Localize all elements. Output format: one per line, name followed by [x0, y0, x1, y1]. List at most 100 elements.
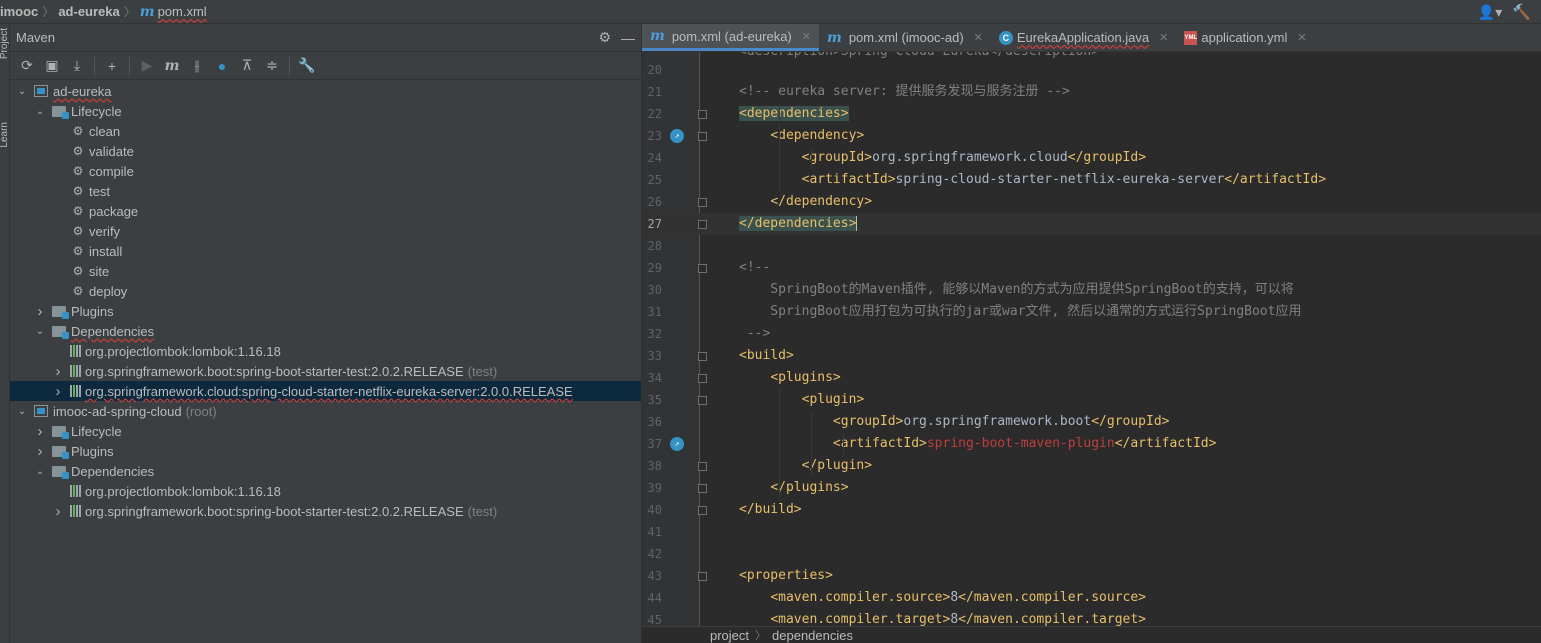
tree-item-folder[interactable]: › Lifecycle: [10, 421, 641, 441]
skip-tests-icon[interactable]: ●: [211, 55, 233, 77]
chevron-right-icon[interactable]: ›: [34, 443, 46, 460]
tree-item-dep[interactable]: org.projectlombok:lombok:1.16.18: [10, 481, 641, 501]
line-number: 39: [647, 481, 662, 495]
maven-goal-icon[interactable]: m: [161, 55, 183, 77]
close-icon[interactable]: ✕: [1297, 31, 1306, 44]
navigate-to-dependency-icon[interactable]: ↗: [670, 129, 684, 143]
gear-icon[interactable]: ⚙: [598, 29, 611, 46]
tab-label: application.yml: [1201, 30, 1288, 45]
gear-icon: ⚙: [72, 284, 84, 298]
tree-item-module[interactable]: ⌄ imooc-ad-spring-cloud (root): [10, 401, 641, 421]
tree-item-content: org.projectlombok:lombok:1.16.18: [70, 344, 281, 359]
code-text: SpringBoot的Maven插件, 能够以Maven的方式为应用提供Spri…: [739, 282, 1294, 297]
status-crumb-project[interactable]: project: [710, 628, 749, 643]
tree-item-module[interactable]: ⌄ ad-eureka: [10, 81, 641, 101]
fold-marker-icon[interactable]: [698, 506, 707, 515]
folder-icon: [52, 425, 69, 439]
add-icon[interactable]: +: [101, 55, 123, 77]
chevron-down-icon[interactable]: ⌄: [34, 466, 46, 477]
tree-item-label: install: [89, 243, 123, 259]
download-icon[interactable]: ⤓: [66, 55, 88, 77]
line-number: 40: [647, 503, 662, 517]
maven-title: Maven: [16, 30, 56, 45]
tree-item-goal[interactable]: ⚙ package: [10, 201, 641, 221]
tree-item-folder[interactable]: › Plugins: [10, 301, 641, 321]
chevron-down-icon[interactable]: ⌄: [34, 326, 46, 337]
tree-item-goal[interactable]: ⚙ test: [10, 181, 641, 201]
project-tool-tab[interactable]: Project: [0, 28, 10, 59]
status-crumb-dependencies[interactable]: dependencies: [772, 628, 853, 643]
chevron-down-icon[interactable]: ⌄: [16, 86, 28, 97]
code-line: 22 <dependencies>: [642, 103, 1541, 125]
tree-item-goal[interactable]: ⚙ validate: [10, 141, 641, 161]
run-icon[interactable]: ▶: [136, 55, 158, 77]
tree-item-folder[interactable]: ⌄ Dependencies: [10, 461, 641, 481]
breadcrumb-ad-eureka[interactable]: ad-eureka: [58, 4, 119, 19]
tree-item-goal[interactable]: ⚙ clean: [10, 121, 641, 141]
fold-marker-icon[interactable]: [698, 264, 707, 273]
fold-marker-icon[interactable]: [698, 462, 707, 471]
fold-marker-icon[interactable]: [698, 396, 707, 405]
line-number: 34: [647, 371, 662, 385]
user-icon[interactable]: 👤▾: [1478, 4, 1502, 21]
chevron-down-icon[interactable]: ⌄: [16, 406, 28, 417]
tree-item-goal[interactable]: ⚙ compile: [10, 161, 641, 181]
editor-tab[interactable]: m pom.xml (imooc-ad) ✕: [819, 24, 991, 51]
code-line: 27 </dependencies>: [642, 213, 1541, 235]
editor-tab[interactable]: C EurekaApplication.java ✕: [991, 24, 1176, 51]
chevron-right-icon[interactable]: ›: [52, 503, 64, 520]
fold-marker-icon[interactable]: [698, 132, 707, 141]
tree-item-dep[interactable]: org.projectlombok:lombok:1.16.18: [10, 341, 641, 361]
editor-tab[interactable]: YML application.yml ✕: [1176, 24, 1314, 51]
gear-icon: ⚙: [72, 224, 84, 238]
fold-marker-icon[interactable]: [698, 374, 707, 383]
fold-marker-icon[interactable]: [698, 572, 707, 581]
fold-marker-icon[interactable]: [698, 220, 707, 229]
chevron-right-icon[interactable]: ›: [52, 383, 64, 400]
tree-item-dep[interactable]: › org.springframework.boot:spring-boot-st…: [10, 361, 641, 381]
breadcrumb-pom-xml[interactable]: m pom.xml: [140, 4, 207, 20]
minimize-icon[interactable]: —: [621, 30, 635, 46]
chevron-right-icon: 〉: [123, 5, 136, 19]
fold-marker-icon[interactable]: [698, 198, 707, 207]
toolbar-separator: [94, 56, 95, 75]
tree-item-label: verify: [89, 223, 121, 239]
breadcrumb-imooc[interactable]: imooc: [0, 4, 38, 19]
chevron-right-icon[interactable]: ›: [52, 363, 64, 380]
chevron-right-icon[interactable]: ›: [34, 303, 46, 320]
tree-item-goal[interactable]: ⚙ verify: [10, 221, 641, 241]
tree-item-goal[interactable]: ⚙ install: [10, 241, 641, 261]
fold-marker-icon[interactable]: [698, 352, 707, 361]
tree-item-folder[interactable]: › Plugins: [10, 441, 641, 461]
tree-item-goal[interactable]: ⚙ deploy: [10, 281, 641, 301]
chevron-down-icon[interactable]: ⌄: [34, 106, 46, 117]
chevron-right-icon[interactable]: ›: [34, 423, 46, 440]
line-number: 29: [647, 261, 662, 275]
learn-tool-tab[interactable]: Learn: [0, 122, 10, 148]
code-line: 24 <groupId>org.springframework.cloud</g…: [642, 147, 1541, 169]
editor-tab[interactable]: m pom.xml (ad-eureka) ✕: [642, 24, 819, 51]
toggle-offline-icon[interactable]: ⫲: [186, 55, 208, 77]
generate-sources-icon[interactable]: ▣: [41, 55, 63, 77]
editor-tabs: m pom.xml (ad-eureka) ✕ m pom.xml (imooc-ad)…: [642, 24, 1541, 52]
tree-item-dep[interactable]: › org.springframework.cloud:spring-cloud-…: [10, 381, 641, 401]
navigate-to-dependency-icon[interactable]: ↗: [670, 437, 684, 451]
code-text: <maven.compiler.target>8</maven.compiler…: [770, 612, 1146, 626]
tree-item-goal[interactable]: ⚙ site: [10, 261, 641, 281]
fold-marker-icon[interactable]: [698, 110, 707, 119]
fold-marker-icon[interactable]: [698, 484, 707, 493]
close-icon[interactable]: ✕: [974, 31, 983, 44]
tree-item-dep[interactable]: › org.springframework.boot:spring-boot-st…: [10, 501, 641, 521]
close-icon[interactable]: ✕: [802, 30, 811, 43]
code-editor[interactable]: <description>Spring Cloud Eureka</descri…: [642, 52, 1541, 626]
build-hammer-icon[interactable]: 🔨: [1512, 3, 1531, 21]
settings-wrench-icon[interactable]: 🔧: [296, 55, 318, 77]
tree-item-label: site: [89, 263, 110, 279]
show-dependencies-icon[interactable]: ⊼: [236, 55, 258, 77]
tree-item-content: Lifecycle: [52, 424, 122, 439]
reload-icon[interactable]: ⟳: [16, 55, 38, 77]
close-icon[interactable]: ✕: [1159, 31, 1168, 44]
tree-item-folder[interactable]: ⌄ Lifecycle: [10, 101, 641, 121]
tree-item-folder[interactable]: ⌄ Dependencies: [10, 321, 641, 341]
collapse-all-icon[interactable]: ≑: [261, 55, 283, 77]
